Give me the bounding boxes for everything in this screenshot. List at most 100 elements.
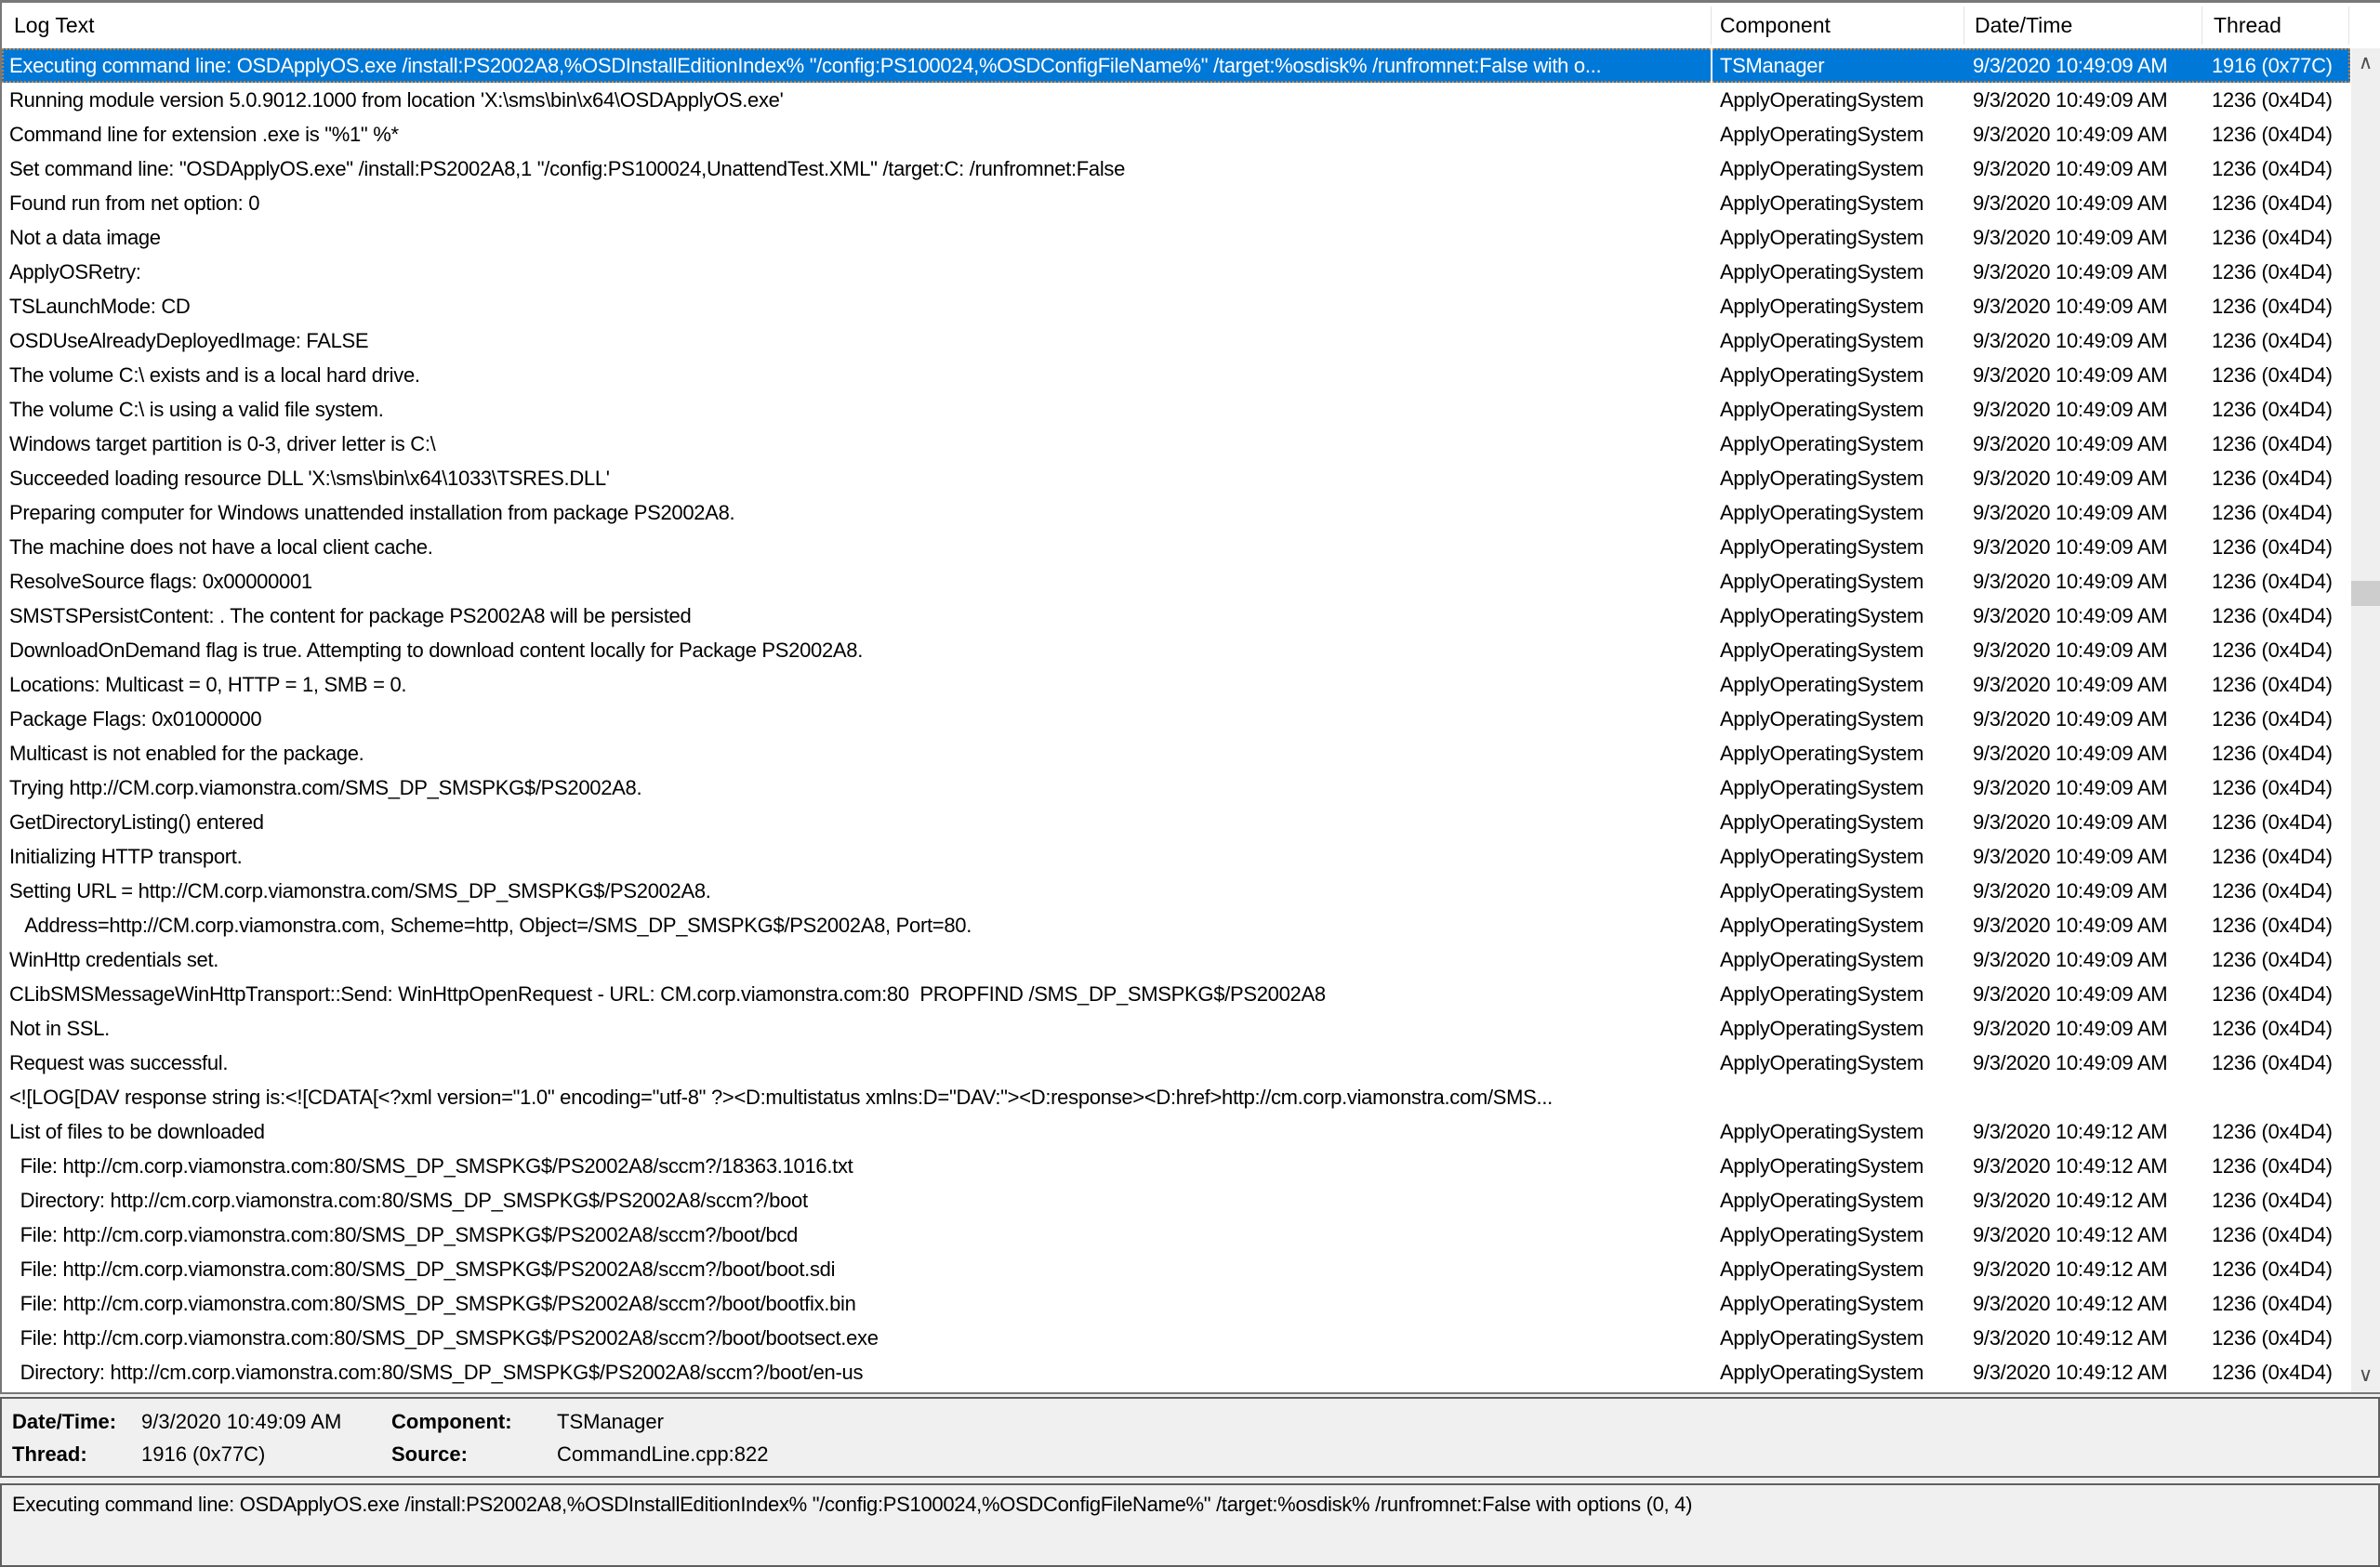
- log-row[interactable]: File: http://cm.corp.viamonstra.com:80/S…: [2, 1286, 2350, 1321]
- log-row[interactable]: File: http://cm.corp.viamonstra.com:80/S…: [2, 1149, 2350, 1183]
- log-row[interactable]: Command line for extension .exe is "%1" …: [2, 117, 2350, 151]
- log-row[interactable]: Request was successful.ApplyOperatingSys…: [2, 1046, 2350, 1080]
- comp-cell: ApplyOperatingSystem: [1712, 1046, 1965, 1080]
- detail-datetime-value: 9/3/2020 10:49:09 AM: [141, 1409, 341, 1435]
- log-row[interactable]: Found run from net option: 0ApplyOperati…: [2, 186, 2350, 220]
- date-cell: 9/3/2020 10:49:12 AM: [1965, 1252, 2203, 1286]
- comp-cell: TSManager: [1712, 48, 1965, 83]
- thread-cell: 1236 (0x4D4): [2203, 942, 2350, 977]
- vertical-scrollbar[interactable]: ∧ ∨: [2351, 48, 2380, 1392]
- log-cell: <![LOG[DAV response string is:<![CDATA[<…: [2, 1080, 1712, 1114]
- thread-cell: 1916 (0x77C): [2203, 48, 2350, 83]
- log-row[interactable]: Trying http://CM.corp.viamonstra.com/SMS…: [2, 770, 2350, 805]
- thread-cell: 1236 (0x4D4): [2203, 1114, 2350, 1149]
- thread-cell: 1236 (0x4D4): [2203, 1321, 2350, 1355]
- log-row[interactable]: File: http://cm.corp.viamonstra.com:80/S…: [2, 1218, 2350, 1252]
- log-row[interactable]: File: http://cm.corp.viamonstra.com:80/S…: [2, 1252, 2350, 1286]
- detail-datetime-label: Date/Time:: [12, 1409, 116, 1435]
- log-row[interactable]: Not a data imageApplyOperatingSystem9/3/…: [2, 220, 2350, 255]
- date-cell: 9/3/2020 10:49:09 AM: [1965, 495, 2203, 530]
- comp-cell: ApplyOperatingSystem: [1712, 1011, 1965, 1046]
- log-row[interactable]: List of files to be downloadedApplyOpera…: [2, 1114, 2350, 1149]
- log-row[interactable]: Locations: Multicast = 0, HTTP = 1, SMB …: [2, 667, 2350, 702]
- log-row[interactable]: <![LOG[DAV response string is:<![CDATA[<…: [2, 1080, 2350, 1114]
- log-row[interactable]: Windows target partition is 0-3, driver …: [2, 427, 2350, 461]
- status-bar: Executing command line: OSDApplyOS.exe /…: [0, 1483, 2380, 1567]
- column-header-component[interactable]: Component: [1720, 3, 1831, 48]
- log-row[interactable]: File: http://cm.corp.viamonstra.com:80/S…: [2, 1321, 2350, 1355]
- log-cell: Address=http://CM.corp.viamonstra.com, S…: [2, 908, 1712, 942]
- log-cell: Package Flags: 0x01000000: [2, 702, 1712, 736]
- log-row[interactable]: CLibSMSMessageWinHttpTransport::Send: Wi…: [2, 977, 2350, 1011]
- thread-cell: 1236 (0x4D4): [2203, 770, 2350, 805]
- log-row[interactable]: Set command line: "OSDApplyOS.exe" /inst…: [2, 151, 2350, 186]
- log-row[interactable]: Not in SSL.ApplyOperatingSystem9/3/2020 …: [2, 1011, 2350, 1046]
- log-cell: TSLaunchMode: CD: [2, 289, 1712, 323]
- thread-cell: 1236 (0x4D4): [2203, 633, 2350, 667]
- log-cell: OSDUseAlreadyDeployedImage: FALSE: [2, 323, 1712, 358]
- log-cell: File: http://cm.corp.viamonstra.com:80/S…: [2, 1252, 1712, 1286]
- column-divider[interactable]: [2348, 7, 2349, 45]
- date-cell: 9/3/2020 10:49:09 AM: [1965, 564, 2203, 599]
- log-row[interactable]: The volume C:\ is using a valid file sys…: [2, 392, 2350, 427]
- thread-cell: 1236 (0x4D4): [2203, 736, 2350, 770]
- log-cell: GetDirectoryListing() entered: [2, 805, 1712, 839]
- log-cell: Trying http://CM.corp.viamonstra.com/SMS…: [2, 770, 1712, 805]
- thread-cell: 1236 (0x4D4): [2203, 1183, 2350, 1218]
- log-row[interactable]: Address=http://CM.corp.viamonstra.com, S…: [2, 908, 2350, 942]
- log-row[interactable]: Multicast is not enabled for the package…: [2, 736, 2350, 770]
- log-cell: CLibSMSMessageWinHttpTransport::Send: Wi…: [2, 977, 1712, 1011]
- column-header-datetime[interactable]: Date/Time: [1975, 3, 2072, 48]
- column-divider[interactable]: [1711, 7, 1712, 45]
- comp-cell: ApplyOperatingSystem: [1712, 1252, 1965, 1286]
- scroll-up-icon[interactable]: ∧: [2351, 48, 2380, 80]
- log-cell: Windows target partition is 0-3, driver …: [2, 427, 1712, 461]
- thread-cell: 1236 (0x4D4): [2203, 289, 2350, 323]
- log-row[interactable]: GetDirectoryListing() enteredApplyOperat…: [2, 805, 2350, 839]
- date-cell: 9/3/2020 10:49:09 AM: [1965, 220, 2203, 255]
- log-row[interactable]: Package Flags: 0x01000000ApplyOperatingS…: [2, 702, 2350, 736]
- log-cell: Setting URL = http://CM.corp.viamonstra.…: [2, 874, 1712, 908]
- log-row[interactable]: Initializing HTTP transport.ApplyOperati…: [2, 839, 2350, 874]
- thread-cell: 1236 (0x4D4): [2203, 186, 2350, 220]
- scroll-down-icon[interactable]: ∨: [2351, 1361, 2380, 1392]
- date-cell: 9/3/2020 10:49:09 AM: [1965, 702, 2203, 736]
- date-cell: 9/3/2020 10:49:09 AM: [1965, 117, 2203, 151]
- log-row[interactable]: Running module version 5.0.9012.1000 fro…: [2, 83, 2350, 117]
- log-row[interactable]: ResolveSource flags: 0x00000001ApplyOper…: [2, 564, 2350, 599]
- thread-cell: 1236 (0x4D4): [2203, 530, 2350, 564]
- comp-cell: ApplyOperatingSystem: [1712, 289, 1965, 323]
- log-row[interactable]: Succeeded loading resource DLL 'X:\sms\b…: [2, 461, 2350, 495]
- log-row[interactable]: Setting URL = http://CM.corp.viamonstra.…: [2, 874, 2350, 908]
- log-row[interactable]: The volume C:\ exists and is a local har…: [2, 358, 2350, 392]
- scrollbar-thumb[interactable]: [2351, 581, 2380, 606]
- log-cell: Preparing computer for Windows unattende…: [2, 495, 1712, 530]
- log-cell: Initializing HTTP transport.: [2, 839, 1712, 874]
- log-cell: The volume C:\ exists and is a local har…: [2, 358, 1712, 392]
- log-row[interactable]: SMSTSPersistContent: . The content for p…: [2, 599, 2350, 633]
- log-cell: DownloadOnDemand flag is true. Attemptin…: [2, 633, 1712, 667]
- log-row[interactable]: WinHttp credentials set.ApplyOperatingSy…: [2, 942, 2350, 977]
- log-row[interactable]: Directory: http://cm.corp.viamonstra.com…: [2, 1183, 2350, 1218]
- log-row[interactable]: DownloadOnDemand flag is true. Attemptin…: [2, 633, 2350, 667]
- thread-cell: 1236 (0x4D4): [2203, 427, 2350, 461]
- thread-cell: 1236 (0x4D4): [2203, 1149, 2350, 1183]
- log-row-selected[interactable]: Executing command line: OSDApplyOS.exe /…: [2, 48, 2350, 83]
- log-row[interactable]: Directory: http://cm.corp.viamonstra.com…: [2, 1355, 2350, 1389]
- thread-cell: 1236 (0x4D4): [2203, 1252, 2350, 1286]
- log-row[interactable]: The machine does not have a local client…: [2, 530, 2350, 564]
- log-row[interactable]: Preparing computer for Windows unattende…: [2, 495, 2350, 530]
- column-header-thread[interactable]: Thread: [2214, 3, 2281, 48]
- log-cell: Found run from net option: 0: [2, 186, 1712, 220]
- log-cell: Running module version 5.0.9012.1000 fro…: [2, 83, 1712, 117]
- log-row[interactable]: OSDUseAlreadyDeployedImage: FALSEApplyOp…: [2, 323, 2350, 358]
- log-row[interactable]: ApplyOSRetry:ApplyOperatingSystem9/3/202…: [2, 255, 2350, 289]
- log-list: Log Text Component Date/Time Thread Exec…: [0, 0, 2380, 1394]
- log-cell: List of files to be downloaded: [2, 1114, 1712, 1149]
- comp-cell: [1712, 1080, 1965, 1114]
- log-cell: WinHttp credentials set.: [2, 942, 1712, 977]
- log-cell: File: http://cm.corp.viamonstra.com:80/S…: [2, 1149, 1712, 1183]
- log-row[interactable]: TSLaunchMode: CDApplyOperatingSystem9/3/…: [2, 289, 2350, 323]
- comp-cell: ApplyOperatingSystem: [1712, 805, 1965, 839]
- column-header-log-text[interactable]: Log Text: [14, 3, 95, 48]
